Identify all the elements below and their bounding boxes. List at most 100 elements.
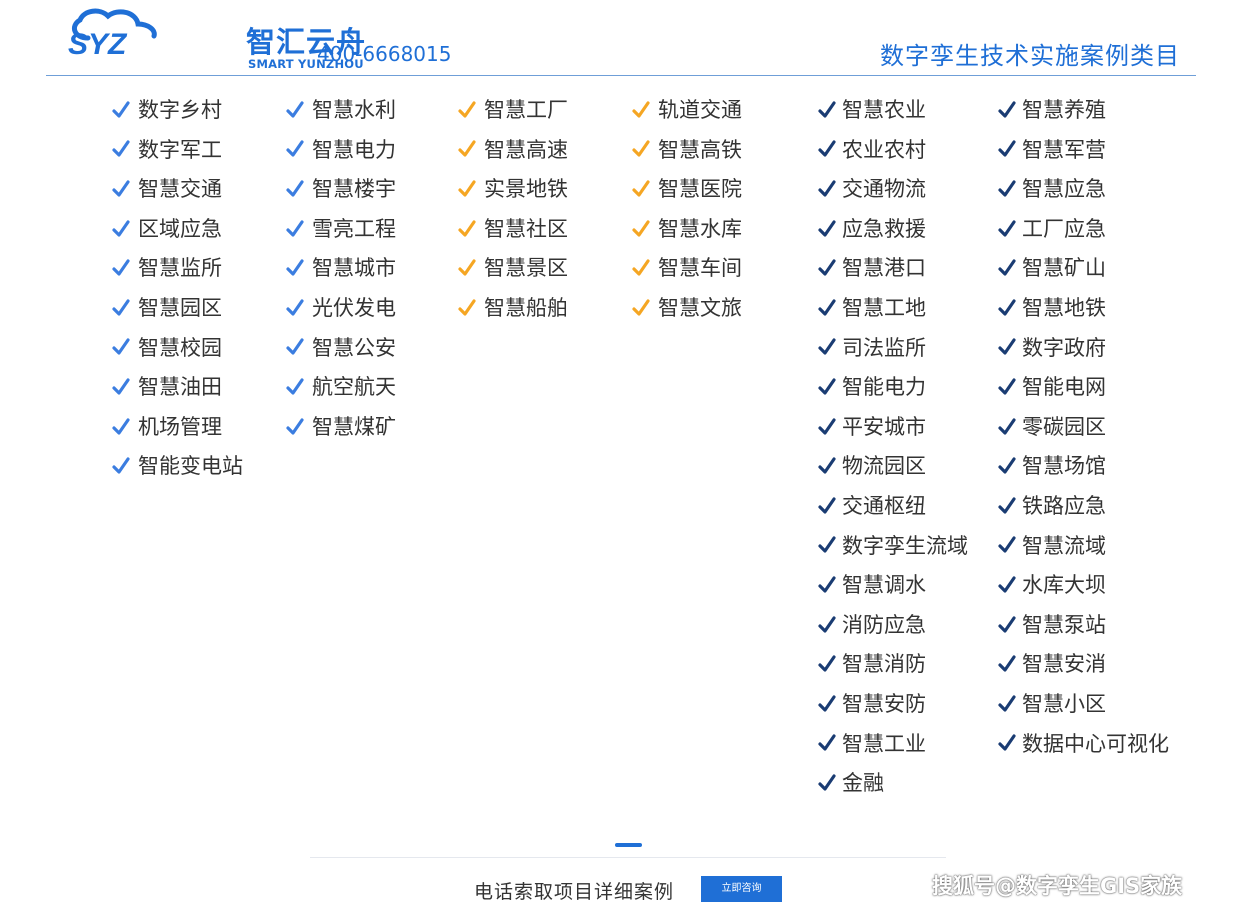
category-item: 零碳园区 (998, 408, 1169, 448)
check-icon (818, 378, 836, 395)
check-icon (818, 655, 836, 672)
category-item: 智慧安消 (998, 645, 1169, 685)
category-item: 智慧煤矿 (280, 408, 396, 448)
category-item: 雪亮工程 (280, 210, 396, 250)
category-label: 智能电力 (842, 375, 926, 400)
category-label: 水库大坝 (1022, 573, 1106, 598)
category-item: 区域应急 (106, 210, 243, 250)
category-item: 平安城市 (818, 408, 968, 448)
category-item: 智慧交通 (106, 170, 243, 210)
category-label: 智慧船舶 (484, 295, 568, 320)
category-label: 平安城市 (842, 414, 926, 439)
check-icon (998, 378, 1016, 395)
category-item: 智慧油田 (106, 368, 243, 408)
watermark: 搜狐号@数字孪生GIS家族 (932, 874, 1183, 898)
check-icon (818, 497, 836, 514)
category-label: 智慧应急 (1022, 177, 1106, 202)
check-icon (632, 101, 650, 118)
category-label: 智慧矿山 (1022, 256, 1106, 281)
category-item: 智慧公安 (280, 329, 396, 369)
category-item: 铁路应急 (998, 487, 1169, 527)
category-item: 智慧矿山 (998, 249, 1169, 289)
check-icon (998, 338, 1016, 355)
check-icon (632, 219, 650, 237)
check-icon (286, 299, 304, 316)
check-icon (112, 140, 130, 157)
check-icon (998, 497, 1016, 514)
category-item: 智慧高速 (452, 131, 568, 171)
check-icon (818, 695, 836, 712)
check-icon (818, 417, 836, 435)
category-item: 智能电网 (998, 368, 1169, 408)
category-item: 交通物流 (818, 170, 968, 210)
category-item: 智慧车间 (626, 249, 742, 289)
category-item: 智慧小区 (998, 685, 1169, 725)
category-item: 实景地铁 (452, 170, 568, 210)
cloud-logo-icon: SYZ (68, 8, 157, 60)
category-item: 智慧工地 (818, 289, 968, 329)
category-column: 智慧水利 智慧电力 智慧楼宇 雪亮工程 智慧城市 光伏发电 智慧公安 航空航天 智慧煤矿 (280, 91, 396, 447)
check-icon (112, 338, 130, 355)
check-icon (286, 180, 304, 197)
category-label: 工厂应急 (1022, 216, 1106, 241)
category-label: 数字政府 (1022, 335, 1106, 360)
category-label: 智慧港口 (842, 256, 926, 281)
phone-number: 400-6668015 (317, 42, 452, 66)
check-icon (286, 378, 304, 395)
category-label: 智慧水利 (312, 98, 396, 122)
check-icon (818, 615, 836, 633)
check-icon (818, 140, 836, 157)
category-label: 智慧地铁 (1022, 295, 1106, 320)
category-label: 铁路应急 (1022, 493, 1106, 518)
category-item: 智慧文旅 (626, 289, 742, 329)
check-icon (458, 299, 476, 316)
category-label: 智慧园区 (138, 295, 222, 320)
category-label: 智慧工厂 (484, 98, 568, 122)
check-icon (112, 101, 130, 118)
category-label: 智慧社区 (484, 216, 568, 241)
category-label: 交通枢纽 (842, 493, 926, 518)
category-item: 水库大坝 (998, 566, 1169, 606)
check-icon (998, 457, 1016, 474)
category-label: 交通物流 (842, 177, 926, 202)
contact-prompt: 电话索取项目详细案例 (474, 881, 675, 903)
category-label: 智慧车间 (658, 256, 742, 281)
category-item: 金融 (818, 764, 968, 804)
category-label: 智慧工地 (842, 295, 926, 320)
category-item: 智慧校园 (106, 329, 243, 369)
check-icon (286, 417, 304, 435)
category-label: 司法监所 (842, 335, 926, 360)
category-label: 智能变电站 (138, 454, 243, 479)
category-label: 智慧调水 (842, 573, 926, 598)
category-label: 农业农村 (842, 137, 926, 162)
check-icon (818, 338, 836, 355)
category-label: 数字乡村 (138, 98, 222, 122)
category-item: 智慧水库 (626, 210, 742, 250)
carousel-indicator[interactable] (615, 843, 642, 847)
category-item: 智慧消防 (818, 645, 968, 685)
category-label: 光伏发电 (312, 295, 396, 320)
check-icon (998, 219, 1016, 237)
category-item: 智慧监所 (106, 249, 243, 289)
check-icon (818, 180, 836, 197)
footer-divider (310, 857, 946, 858)
consult-button[interactable]: 立即咨询 (701, 876, 782, 902)
check-icon (112, 259, 130, 276)
category-item: 智能变电站 (106, 447, 243, 487)
check-icon (998, 299, 1016, 316)
check-icon (632, 299, 650, 316)
category-item: 智慧流域 (998, 527, 1169, 567)
category-item: 交通枢纽 (818, 487, 968, 527)
check-icon (998, 140, 1016, 157)
category-item: 物流园区 (818, 447, 968, 487)
category-item: 数字孪生流域 (818, 527, 968, 567)
category-item: 数字军工 (106, 131, 243, 171)
check-icon (998, 615, 1016, 633)
category-item: 应急救援 (818, 210, 968, 250)
check-icon (286, 140, 304, 157)
category-item: 光伏发电 (280, 289, 396, 329)
category-label: 智能电网 (1022, 375, 1106, 400)
category-label: 应急救援 (842, 216, 926, 241)
category-item: 消防应急 (818, 606, 968, 646)
check-icon (112, 417, 130, 435)
